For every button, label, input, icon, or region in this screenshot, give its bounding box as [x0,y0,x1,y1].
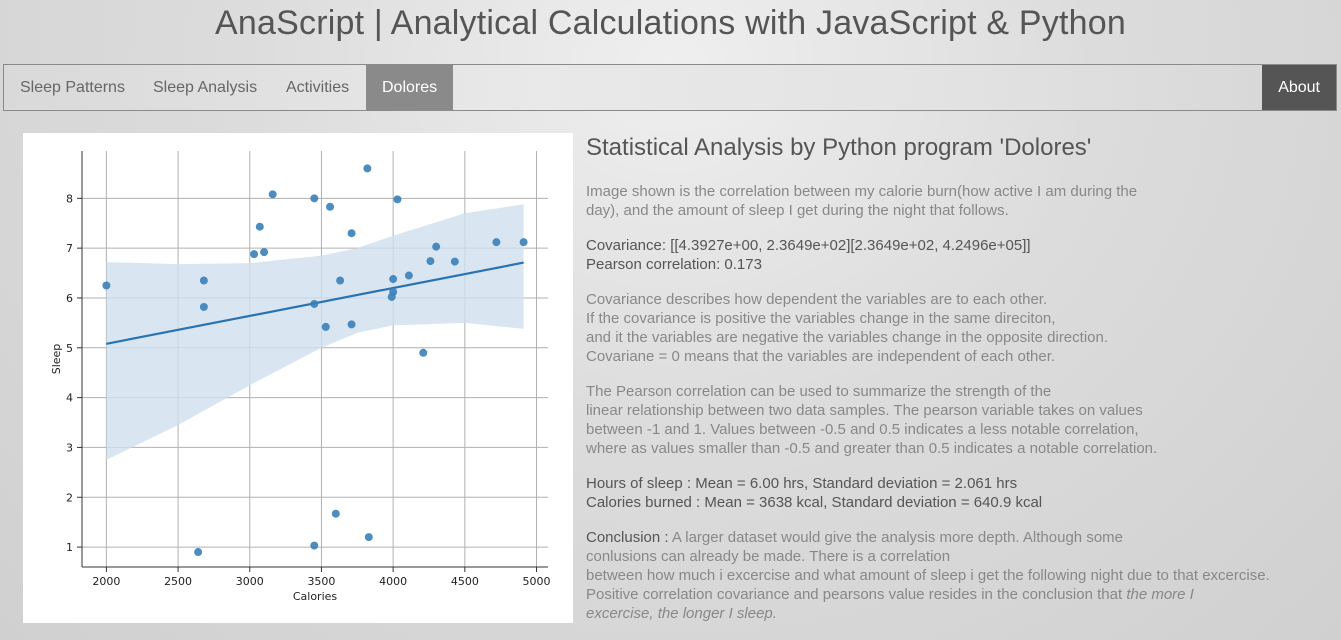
nav-activities[interactable]: Activities [270,65,365,110]
data-point [331,509,340,518]
y-tick-label: 2 [66,491,73,504]
x-tick-label: 5000 [523,575,551,588]
data-point [450,257,459,266]
pearson-value: Pearson correlation: 0.173 [586,256,762,273]
covariance-line: If the covariance is positive the variab… [586,310,1056,327]
x-tick-label: 3500 [307,575,335,588]
conclusion-line: Conclusion : A larger dataset would give… [586,528,1326,547]
data-point [199,302,208,311]
data-point [426,257,435,266]
data-point [255,222,264,231]
data-point [363,164,372,173]
pearson-line: The Pearson correlation can be used to s… [586,383,1052,400]
pearson-line: where as values smaller than -0.5 and gr… [586,440,1158,457]
covariance-explanation: Covariance describes how dependent the v… [586,290,1326,366]
conclusion-line: between how much i excercise and what am… [586,567,1270,584]
conclusion-emphasis: the more I [1126,586,1194,603]
data-point [389,275,398,284]
y-tick-label: 3 [66,441,73,454]
nav-sleep-patterns[interactable]: Sleep Patterns [4,65,141,110]
pearson-line: between -1 and 1. Values between -0.5 an… [586,421,1139,438]
data-point [250,250,259,259]
data-point [492,238,501,247]
calories-mean: Calories burned : Mean = 3638 kcal, Stan… [586,494,1043,511]
data-point [389,287,398,296]
data-point [199,276,208,285]
pearson-explanation: The Pearson correlation can be used to s… [586,382,1326,458]
data-point [347,320,356,329]
y-tick-label: 1 [66,541,73,554]
nav-dolores[interactable]: Dolores [366,65,454,110]
intro-line: Image shown is the correlation between m… [586,183,1138,200]
data-point [310,541,319,550]
y-tick-label: 8 [66,192,73,205]
intro-line: day), and the amount of sleep I get duri… [586,202,1009,219]
means-paragraph: Hours of sleep : Mean = 6.00 hrs, Standa… [586,474,1326,512]
scatter-chart: 2000 2500 3000 3500 4000 4500 5000 1 2 3 4 5 6 7 8 Calo… [50,151,551,603]
data-point [102,281,111,290]
data-point [310,194,319,203]
data-point [321,322,330,331]
conclusion-label: Conclusion : [586,529,669,546]
x-tick-label: 3000 [236,575,264,588]
nav-sleep-analysis[interactable]: Sleep Analysis [137,65,273,110]
covariance-line: and it the variables are negative the va… [586,329,1109,346]
correlation-chart-panel: 2000 2500 3000 3500 4000 4500 5000 1 2 3 4 5 6 7 8 Calo… [23,133,573,623]
covariance-line: Covariane = 0 means that the variables a… [586,348,1056,365]
y-tick-label: 6 [66,292,73,305]
data-point [404,271,413,280]
data-point [432,242,441,251]
y-tick-label: 5 [66,342,73,355]
data-point [419,348,428,357]
y-tick-label: 7 [66,242,73,255]
data-point [519,238,528,247]
conclusion-line: conlusions can already be made. There is… [586,548,951,565]
sleep-mean: Hours of sleep : Mean = 6.00 hrs, Standa… [586,475,1018,492]
data-point [310,299,319,308]
conclusion-text: Positive correlation covariance and pear… [586,586,1127,603]
x-tick-label: 2000 [92,575,120,588]
data-point [268,190,277,199]
y-tick-label: 4 [66,392,73,405]
nav-about[interactable]: About [1262,65,1336,110]
data-point [260,248,269,257]
data-point [364,533,373,542]
y-axis-label: Sleep [50,344,63,375]
conclusion-line: Positive correlation covariance and pear… [586,585,1326,604]
x-tick-label: 4500 [451,575,479,588]
pearson-line: linear relationship between two data sam… [586,402,1143,419]
main-navbar: Sleep Patterns Sleep Analysis Activities… [3,64,1337,111]
analysis-content: Statistical Analysis by Python program '… [586,133,1326,639]
covariance-value: Covariance: [[4.3927e+00, 2.3649e+02][2.… [586,237,1031,254]
intro-paragraph: Image shown is the correlation between m… [586,182,1326,220]
covariance-line: Covariance describes how dependent the v… [586,291,1048,308]
stats-paragraph: Covariance: [[4.3927e+00, 2.3649e+02][2.… [586,236,1326,274]
data-point [347,229,356,238]
site-title: AnaScript | Analytical Calculations with… [215,4,1126,42]
conclusion-paragraph: Conclusion : A larger dataset would give… [586,528,1326,623]
data-point [194,548,203,557]
x-tick-label: 2500 [164,575,192,588]
conclusion-emphasis: excercise, the longer I sleep. [586,605,777,622]
data-point [326,202,335,211]
data-point [393,195,402,204]
x-tick-label: 4000 [379,575,407,588]
conclusion-text: A larger dataset would give the analysis… [668,529,1123,546]
data-point [336,276,345,285]
x-axis-label: Calories [293,590,338,603]
analysis-heading: Statistical Analysis by Python program '… [586,134,1092,161]
